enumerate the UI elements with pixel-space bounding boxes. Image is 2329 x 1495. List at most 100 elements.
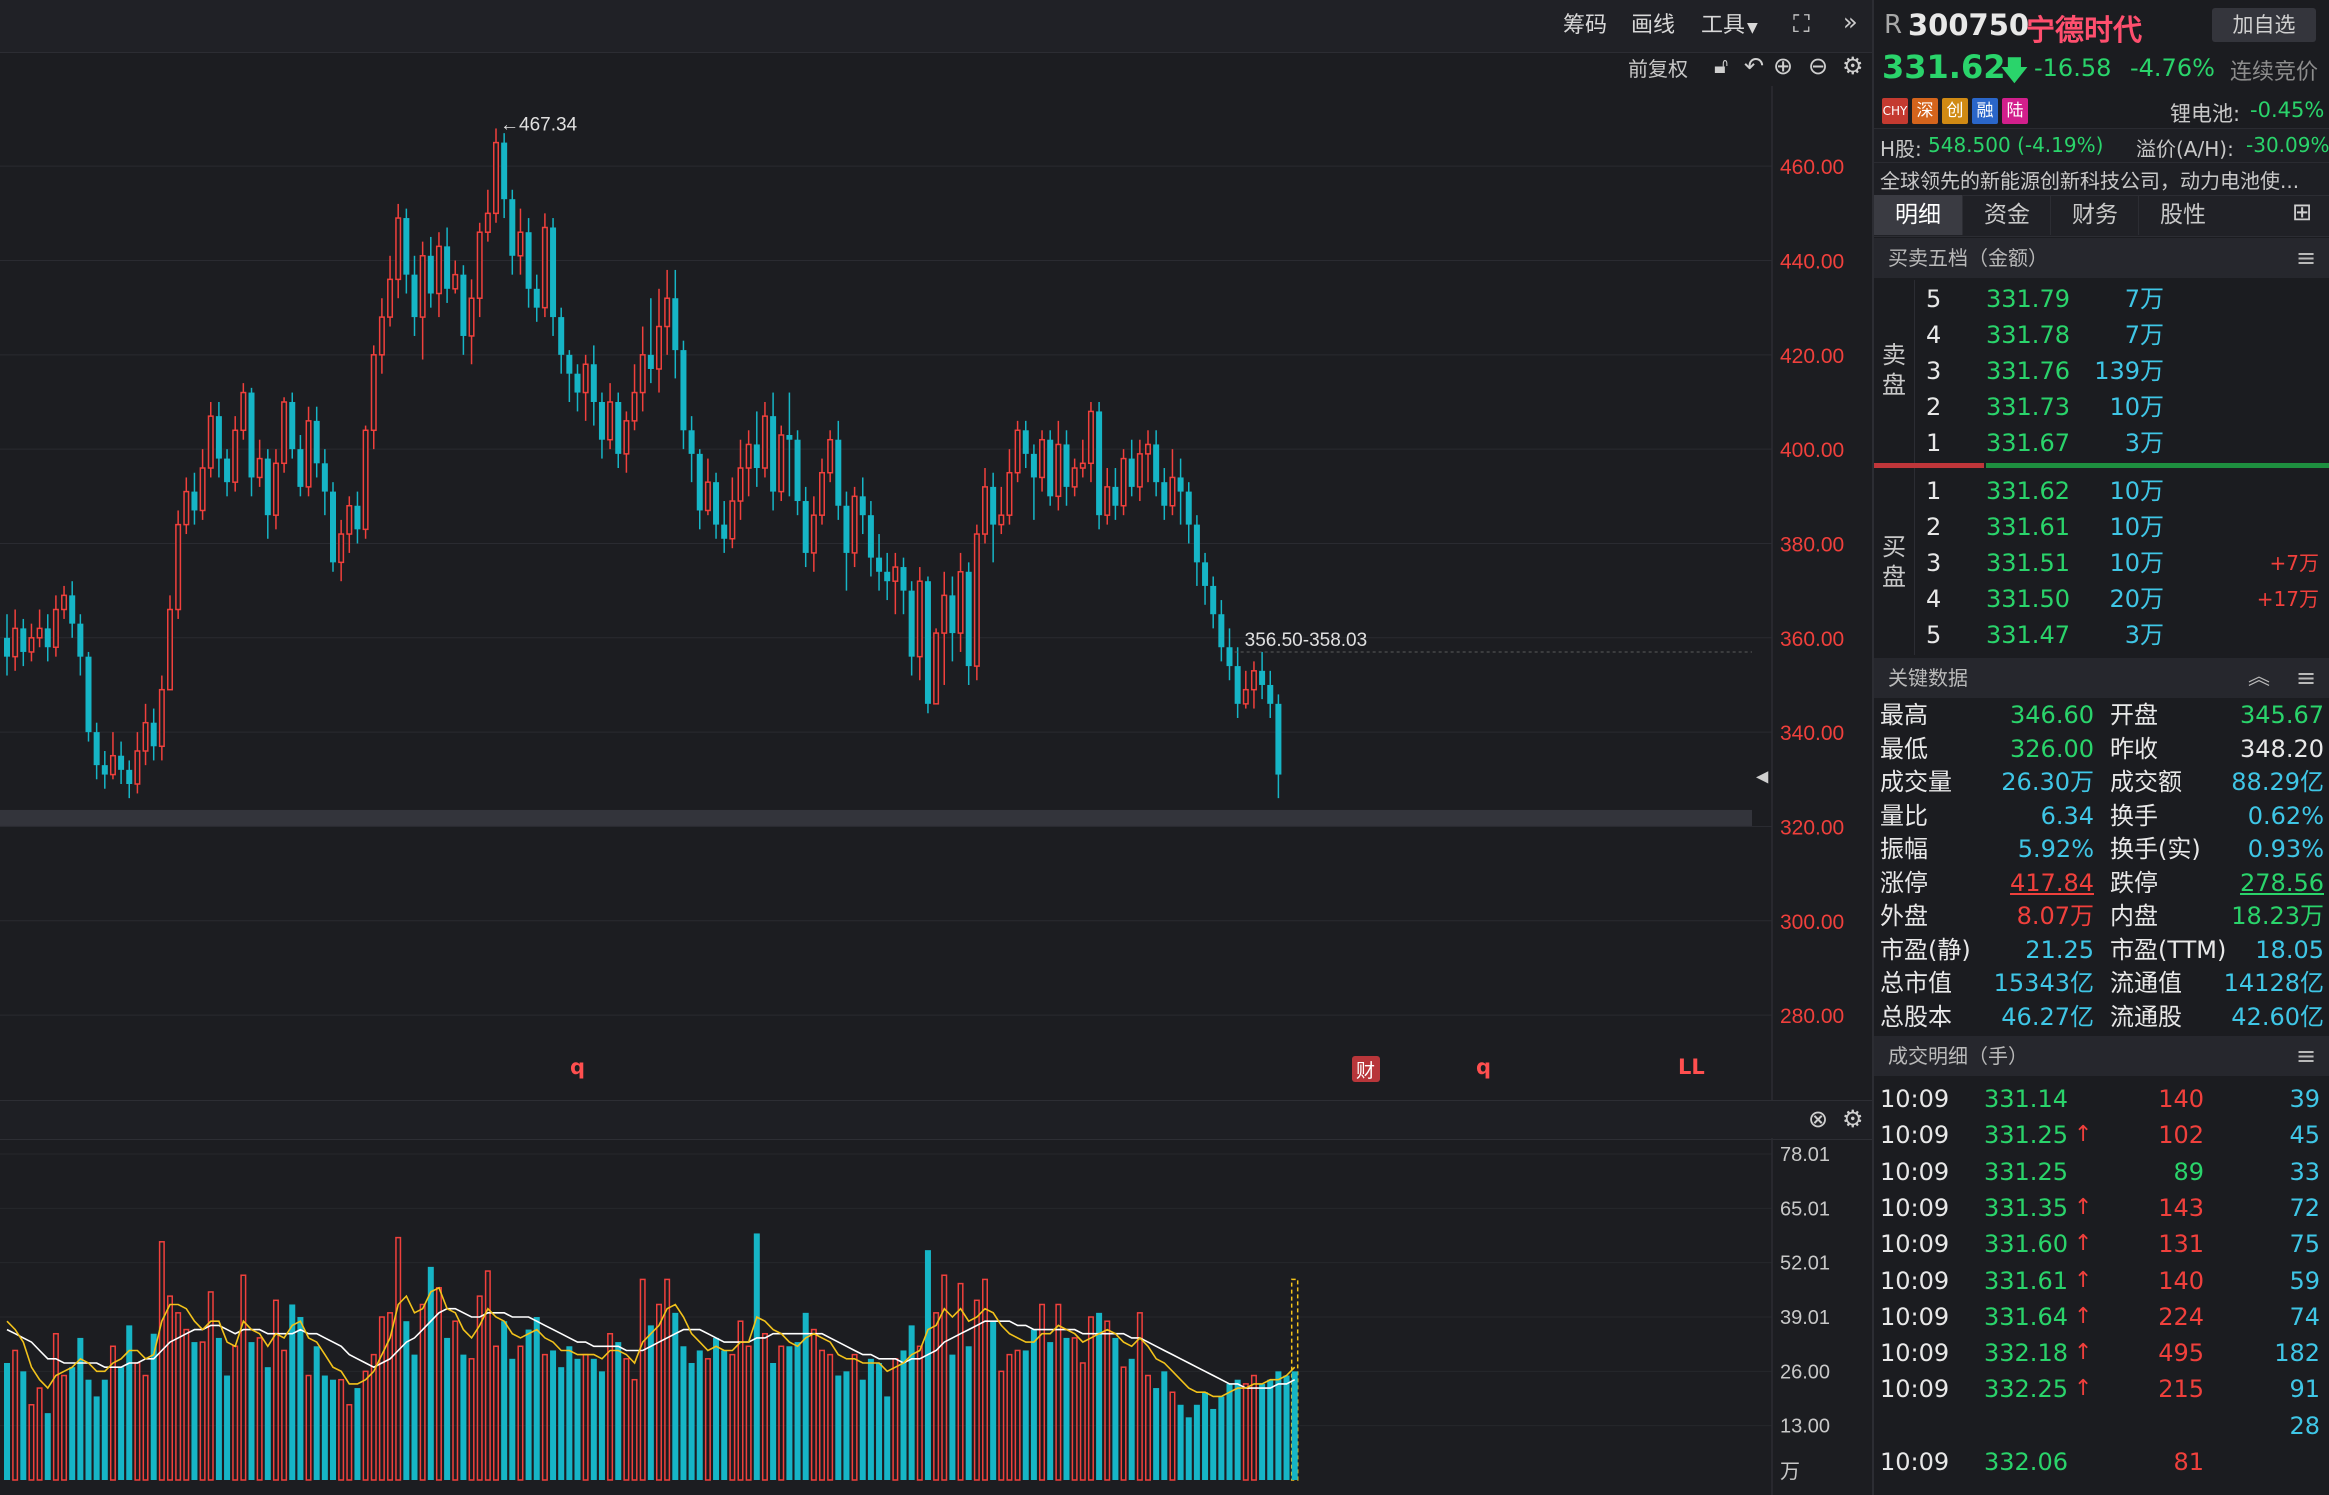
candle-body: [688, 430, 695, 454]
candle-body: [93, 732, 100, 766]
candle-body: [761, 415, 768, 469]
key-label: 内盘: [2110, 902, 2158, 930]
trade-row[interactable]: 10:09 331.25 ↑ 102 45: [1874, 1117, 2329, 1153]
trade-row[interactable]: 10:09 332.25 ↑ 215 91: [1874, 1371, 2329, 1407]
volume-bar: [1259, 1383, 1266, 1480]
ask-level-row[interactable]: 1 331.67 3万: [1874, 425, 2329, 461]
collapse-up-icon[interactable]: ︽: [2248, 658, 2270, 698]
volume-bar: [272, 1299, 279, 1481]
event-marker[interactable]: q: [1476, 1055, 1491, 1079]
trade-row[interactable]: 10:09 331.61 ↑ 140 59: [1874, 1263, 2329, 1299]
ask-level-row[interactable]: 2 331.73 10万: [1874, 389, 2329, 425]
tab-detail[interactable]: 明细: [1874, 195, 1962, 235]
ask-level-row[interactable]: 3 331.76 139万: [1874, 353, 2329, 389]
volume-bar: [957, 1282, 964, 1481]
layout-switch-icon[interactable]: ⊞: [2292, 198, 2312, 226]
candle-body: [721, 524, 728, 539]
ask-level-row[interactable]: 4 331.78 7万: [1874, 317, 2329, 353]
candle-body: [1087, 410, 1094, 465]
event-marker[interactable]: LL: [1678, 1055, 1705, 1079]
volume-bar: [1128, 1358, 1135, 1480]
ask-level-row[interactable]: 5 331.79 7万: [1874, 281, 2329, 317]
candle-body: [990, 486, 997, 525]
trade-row[interactable]: 10:09 332.18 ↑ 495 182: [1874, 1335, 2329, 1371]
bid-delta: +17万: [2256, 587, 2319, 611]
key-data-menu-icon[interactable]: ≡: [2296, 658, 2316, 698]
volume-bar: [297, 1317, 304, 1480]
volume-tick-label: 52.01: [1780, 1253, 1830, 1275]
trade-row[interactable]: 10:09 331.14 140 39: [1874, 1081, 2329, 1117]
bid-level-row[interactable]: 1 331.62 10万: [1874, 473, 2329, 509]
trade-count: 182: [2274, 1339, 2320, 1368]
lock-icon[interactable]: 🔓︎: [1714, 54, 1728, 79]
finance-marker[interactable]: 财: [1356, 1060, 1375, 1082]
candle-body: [598, 401, 605, 440]
candle-body: [1259, 670, 1266, 685]
volume-bar: [20, 1371, 27, 1480]
bid-level-row[interactable]: 5 331.47 3万: [1874, 617, 2329, 653]
chip-button[interactable]: 筹码: [1563, 10, 1607, 42]
bid-level-row[interactable]: 3 331.51 10万 +7万: [1874, 545, 2329, 581]
draw-line-button[interactable]: 画线: [1631, 10, 1675, 42]
volume-bar: [908, 1325, 915, 1480]
trade-row[interactable]: 10:09 332.06 81: [1874, 1444, 2329, 1480]
adjust-label[interactable]: 前复权: [1628, 52, 1688, 86]
trade-row[interactable]: 10:09 331.60 ↑ 131 75: [1874, 1226, 2329, 1262]
badge-shen[interactable]: 深: [1912, 98, 1938, 124]
candle-body: [1055, 443, 1062, 498]
badge-lu[interactable]: 陆: [2002, 98, 2028, 124]
fullscreen-icon[interactable]: ⛶: [1793, 10, 1810, 38]
bid-level-row[interactable]: 2 331.61 10万: [1874, 509, 2329, 545]
candle-body: [1250, 670, 1257, 691]
badge-chy[interactable]: CHY: [1882, 98, 1908, 124]
badge-rong[interactable]: 融: [1972, 98, 1998, 124]
trade-count: 74: [2289, 1302, 2320, 1331]
key-label: 外盘: [1880, 902, 1928, 930]
trade-row[interactable]: 10:09 331.64 ↑ 224 74: [1874, 1299, 2329, 1335]
volume-bar: [69, 1367, 76, 1480]
volume-bar: [843, 1371, 850, 1480]
candle-body: [403, 218, 410, 275]
tools-menu[interactable]: 工具 ▼: [1701, 10, 1758, 42]
tab-stock-nature[interactable]: 股性: [2138, 195, 2227, 235]
premium-label: 溢价(A/H):: [2136, 137, 2234, 161]
candle-body: [4, 637, 10, 657]
volume-chart[interactable]: 78.01 65.01 52.01 39.01 26.00 13.00 万: [0, 1138, 1872, 1495]
volume-bar: [142, 1374, 149, 1481]
company-description[interactable]: 全球领先的新能源创新科技公司，动力电池使...: [1874, 162, 2329, 195]
trades-menu-icon[interactable]: ≡: [2296, 1036, 2316, 1076]
trade-count: 59: [2289, 1266, 2320, 1295]
sector-label[interactable]: 锂电池:: [2170, 98, 2240, 128]
key-label: 总股本: [1880, 1002, 1952, 1031]
event-marker[interactable]: q: [570, 1055, 585, 1079]
candle-body: [631, 391, 638, 422]
tab-finance[interactable]: 财务: [2050, 195, 2139, 235]
bid-price: 331.50: [1986, 585, 2070, 613]
volume-bar: [761, 1332, 768, 1481]
chart-area[interactable]: 筹码 画线 工具 ▼ ⛶ » 前复权 🔓︎ ↶ ⊕ ⊖ ⚙ 460.00 440.0…: [0, 0, 1872, 1495]
key-value: 14128亿: [2223, 969, 2324, 997]
trade-time: 10:09: [1880, 1085, 1950, 1113]
bid-level-row[interactable]: 4 331.50 20万 +17万: [1874, 581, 2329, 617]
zoom-in-icon[interactable]: ⊕: [1773, 52, 1793, 80]
tab-capital[interactable]: 资金: [1962, 195, 2051, 235]
volume-bar: [1185, 1417, 1192, 1480]
candle-body: [1039, 438, 1046, 479]
trade-row[interactable]: 10:09 331.25 89 33: [1874, 1154, 2329, 1190]
close-indicator-icon[interactable]: ⊗: [1808, 1105, 1828, 1133]
zoom-out-icon[interactable]: ⊖: [1808, 52, 1828, 80]
volume-bar: [167, 1295, 173, 1481]
candle-body: [12, 627, 19, 658]
orderbook-menu-icon[interactable]: ≡: [2296, 238, 2316, 278]
trade-row[interactable]: 28: [1874, 1408, 2329, 1444]
settings-icon[interactable]: ⚙: [1842, 52, 1864, 80]
key-label: 流通股: [2110, 1002, 2182, 1031]
candle-body: [232, 429, 239, 483]
candlestick-chart[interactable]: 460.00 440.00 420.00 400.00 380.00 360.00 340.…: [0, 86, 1872, 1100]
collapse-right-icon[interactable]: »: [1843, 8, 1858, 36]
badge-chuang[interactable]: 创: [1942, 98, 1968, 124]
indicator-settings-icon[interactable]: ⚙: [1842, 1105, 1864, 1133]
trade-row[interactable]: 10:09 331.35 ↑ 143 72: [1874, 1190, 2329, 1226]
add-watchlist-button[interactable]: 加自选: [2212, 8, 2316, 42]
undo-icon[interactable]: ↶: [1744, 52, 1764, 80]
